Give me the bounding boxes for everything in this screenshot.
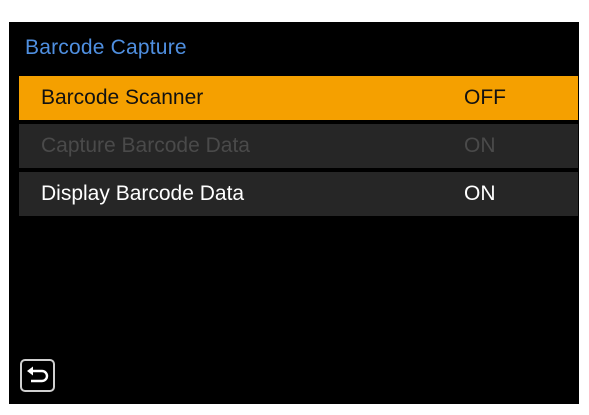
menu-list: Barcode Scanner OFF Capture Barcode Data… xyxy=(19,76,578,220)
menu-item-label: Display Barcode Data xyxy=(41,182,245,205)
menu-item-value: OFF xyxy=(464,86,506,109)
camera-menu-screen: Barcode Capture Barcode Scanner OFF Capt… xyxy=(9,22,579,404)
menu-item-value: ON xyxy=(464,134,496,157)
menu-item-label: Barcode Scanner xyxy=(41,86,204,109)
menu-item-display-barcode-data[interactable]: Display Barcode Data ON xyxy=(19,172,578,216)
menu-title: Barcode Capture xyxy=(25,36,187,59)
menu-item-label: Capture Barcode Data xyxy=(41,134,250,157)
back-button[interactable] xyxy=(20,359,55,392)
menu-item-value: ON xyxy=(464,182,496,205)
menu-item-capture-barcode-data: Capture Barcode Data ON xyxy=(19,124,578,168)
menu-item-barcode-scanner[interactable]: Barcode Scanner OFF xyxy=(19,76,578,120)
